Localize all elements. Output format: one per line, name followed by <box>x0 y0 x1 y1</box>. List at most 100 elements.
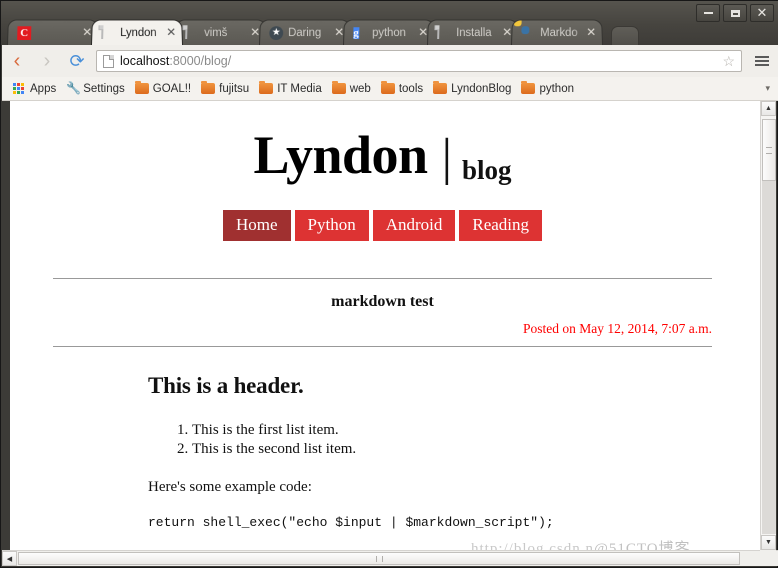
folder-icon <box>380 81 395 94</box>
bookmark-lyndonblog[interactable]: LyndonBlog <box>428 79 516 99</box>
post-title: markdown test <box>331 292 434 310</box>
bookmark-it-media[interactable]: IT Media <box>254 79 327 99</box>
bookmark-label: LyndonBlog <box>451 82 512 95</box>
forward-button[interactable]: › <box>32 46 62 76</box>
horizontal-scroll-thumb[interactable] <box>18 552 740 565</box>
post-container: markdown test Posted on May 12, 2014, 7:… <box>53 277 712 531</box>
folder-icon <box>433 81 448 94</box>
tab-python[interactable]: g python ✕ <box>343 19 435 45</box>
bookmark-label: Settings <box>83 82 125 95</box>
scroll-left-icon[interactable]: ◀ <box>2 551 17 566</box>
minimize-button[interactable] <box>696 4 720 22</box>
bookmark-apps[interactable]: Apps <box>8 79 61 99</box>
folder-icon <box>331 81 346 94</box>
list-item: This is the second list item. <box>192 440 664 460</box>
browser-window: ✕ C ✕ Lyndon ✕ vimš ✕ ★ Daring ✕ g pytho… <box>0 0 778 568</box>
post-body: This is a header. This is the first list… <box>148 373 664 531</box>
tab-daring[interactable]: ★ Daring ✕ <box>259 19 351 45</box>
bookmarks-overflow-icon[interactable]: ▾ <box>765 83 770 94</box>
folder-icon <box>134 81 149 94</box>
vertical-scrollbar[interactable]: ▲ ▼ <box>760 101 776 550</box>
new-tab-button[interactable] <box>611 26 639 45</box>
post-list: This is the first list item. This is the… <box>148 421 664 461</box>
folder-icon <box>201 81 216 94</box>
horizontal-scrollbar[interactable]: ◀ <box>2 550 778 566</box>
comodo-icon: C <box>17 25 32 40</box>
close-tab-icon[interactable]: ✕ <box>585 25 598 39</box>
scrollbar-corner <box>760 550 776 566</box>
chrome-menu-button[interactable] <box>748 46 776 76</box>
bookmarks-bar: Apps 🔧 Settings GOAL!! fujitsu IT Media … <box>2 77 778 101</box>
vertical-scroll-track[interactable] <box>762 181 776 534</box>
browser-toolbar: ‹ › ⟳ localhost:8000/blog/ ☆ <box>2 45 778 78</box>
bookmark-label: Apps <box>30 82 57 95</box>
folder-icon <box>259 81 274 94</box>
url-text: localhost:8000/blog/ <box>120 54 722 68</box>
bookmark-label: web <box>349 82 371 95</box>
scroll-up-icon[interactable]: ▲ <box>761 101 776 116</box>
vertical-scroll-thumb[interactable] <box>762 119 776 181</box>
list-item: This is the first list item. <box>192 421 664 441</box>
page-icon <box>185 24 199 40</box>
apps-grid-icon <box>13 82 25 95</box>
site-nav: Home Python Android Reading <box>10 210 755 241</box>
nav-item-python[interactable]: Python <box>294 210 369 241</box>
bookmark-goal[interactable]: GOAL!! <box>130 79 196 99</box>
star-icon: ★ <box>269 25 284 40</box>
post-header: This is a header. <box>148 372 304 398</box>
url-host: localhost <box>120 54 170 68</box>
site-title: Lyndon <box>253 125 428 185</box>
bookmark-label: python <box>539 82 574 95</box>
tab-label: Daring <box>288 26 322 39</box>
post-meta: Posted on May 12, 2014, 7:07 a.m. <box>523 320 712 336</box>
bookmark-web[interactable]: web <box>327 79 376 99</box>
bookmark-label: IT Media <box>277 82 322 95</box>
scroll-down-icon[interactable]: ▼ <box>761 535 776 550</box>
google-icon: g <box>353 26 359 39</box>
page-viewport: Lyndon | blog Home Python Android Reading mar… <box>10 101 770 550</box>
web-page: Lyndon | blog Home Python Android Reading mar… <box>10 101 755 550</box>
folder-icon <box>521 81 536 94</box>
tab-strip: ✕ C ✕ Lyndon ✕ vimš ✕ ★ Daring ✕ g pytho… <box>1 1 778 45</box>
tab-installation[interactable]: Installa ✕ <box>427 19 519 45</box>
page-icon <box>101 24 115 40</box>
tab-label: vimš <box>204 26 228 39</box>
tab-label: python <box>372 26 406 39</box>
back-button[interactable]: ‹ <box>2 46 32 76</box>
tab-label: Lyndon <box>120 26 157 39</box>
bookmark-settings[interactable]: 🔧 Settings <box>61 79 130 99</box>
bookmark-fujitsu[interactable]: fujitsu <box>196 79 254 99</box>
close-tab-icon[interactable]: ✕ <box>165 25 178 39</box>
python-icon <box>513 19 535 40</box>
tab-list: C ✕ Lyndon ✕ vimš ✕ ★ Daring ✕ g python … <box>7 18 639 45</box>
nav-item-android[interactable]: Android <box>372 210 456 241</box>
nav-item-home[interactable]: Home <box>222 210 291 241</box>
bookmark-tools[interactable]: tools <box>376 79 428 99</box>
post-code-block: return shell_exec("echo $input | $markdo… <box>148 515 554 531</box>
tab-markdown[interactable]: Markdo ✕ <box>511 19 603 45</box>
wrench-icon: 🔧 <box>66 81 82 95</box>
bookmark-python[interactable]: python <box>516 79 579 99</box>
bookmark-star-icon[interactable]: ☆ <box>722 54 735 68</box>
tab-comodo[interactable]: C ✕ <box>7 19 99 45</box>
reload-icon[interactable]: ⟳ <box>62 46 92 76</box>
tab-label: Markdo <box>540 26 578 39</box>
bookmark-label: fujitsu <box>219 82 250 95</box>
title-separator: | <box>441 129 453 186</box>
maximize-button[interactable] <box>723 4 747 22</box>
page-info-icon <box>103 54 114 68</box>
close-window-button[interactable]: ✕ <box>750 4 774 22</box>
page-icon <box>437 24 451 40</box>
address-bar[interactable]: localhost:8000/blog/ ☆ <box>96 50 742 72</box>
site-subtitle: blog <box>462 155 512 185</box>
post-intro: Here's some example code: <box>148 479 312 496</box>
nav-item-reading[interactable]: Reading <box>459 210 543 241</box>
site-header: Lyndon | blog <box>10 101 755 186</box>
bookmark-label: GOAL!! <box>152 82 192 95</box>
tab-label: Installa <box>456 26 492 39</box>
url-path: :8000/blog/ <box>169 54 232 68</box>
tab-lyndon[interactable]: Lyndon ✕ <box>91 19 183 45</box>
window-controls: ✕ <box>696 4 774 22</box>
post-divider <box>53 345 712 347</box>
tab-vim[interactable]: vimš ✕ <box>175 19 267 45</box>
